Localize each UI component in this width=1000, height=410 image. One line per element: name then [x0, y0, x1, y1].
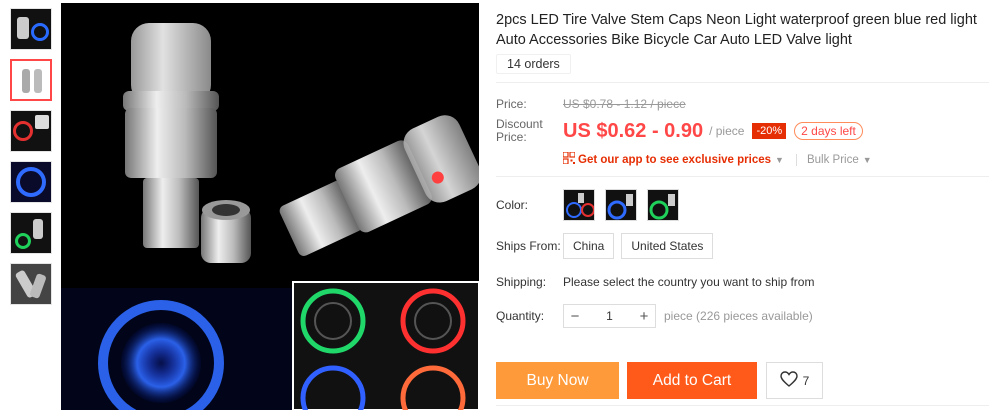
- product-title: 2pcs LED Tire Valve Stem Caps Neon Light…: [496, 12, 977, 48]
- thumbnail-3[interactable]: [10, 110, 52, 152]
- orders-row: 14 orders: [496, 54, 989, 83]
- availability-text: piece (226 pieces available): [664, 309, 813, 323]
- app-promo-link[interactable]: Get our app to see exclusive prices: [578, 154, 771, 166]
- quantity-stepper: − 1 +: [563, 304, 656, 328]
- product-page: 2pcs LED Tire Valve Stem Caps Neon Light…: [0, 0, 1000, 410]
- price-block: Price: US $0.78 - 1.12 / piece Discount …: [496, 93, 996, 177]
- discount-price-label: Discount Price:: [496, 117, 543, 144]
- orders-count[interactable]: 14 orders: [496, 54, 571, 74]
- divider: [496, 405, 989, 406]
- add-to-cart-button[interactable]: Add to Cart: [627, 362, 757, 399]
- main-product-image[interactable]: [61, 3, 479, 410]
- discount-percent-badge: -20%: [752, 123, 787, 139]
- bulk-price-link[interactable]: Bulk Price: [807, 154, 859, 166]
- ships-from-china[interactable]: China: [563, 233, 615, 259]
- shipping-label: Shipping:: [496, 275, 547, 289]
- app-promo-row: Get our app to see exclusive prices ▼ Bu…: [562, 151, 996, 167]
- heart-icon: [779, 371, 803, 390]
- ships-from-row: Ships From: China United States: [496, 233, 996, 259]
- thumbnail-1[interactable]: [10, 8, 52, 50]
- separator: [795, 153, 797, 166]
- ships-from-label: Ships From:: [496, 239, 561, 253]
- original-price-row: Price: US $0.78 - 1.12 / piece: [496, 93, 996, 115]
- color-option-3[interactable]: [647, 189, 679, 221]
- original-price: US $0.78 - 1.12 / piece: [563, 97, 686, 111]
- color-option-1[interactable]: [563, 189, 595, 221]
- per-piece-label: / piece: [709, 124, 745, 138]
- action-buttons: Buy Now Add to Cart 7: [496, 362, 996, 399]
- color-option-2[interactable]: [605, 189, 637, 221]
- thumbnail-6[interactable]: [10, 263, 52, 305]
- qr-code-icon: [562, 151, 576, 167]
- buy-now-button[interactable]: Buy Now: [496, 362, 619, 399]
- divider: [496, 176, 989, 177]
- price-label: Price:: [496, 97, 527, 111]
- quantity-plus-button[interactable]: +: [633, 308, 655, 325]
- quantity-input[interactable]: 1: [586, 309, 633, 323]
- thumbnail-list: [10, 8, 54, 314]
- quantity-minus-button[interactable]: −: [564, 308, 586, 325]
- color-row: Color:: [496, 189, 996, 221]
- shipping-row: Shipping: Please select the country you …: [496, 275, 996, 289]
- ships-from-united-states[interactable]: United States: [621, 233, 714, 259]
- caret-down-icon[interactable]: ▼: [863, 155, 872, 165]
- caret-down-icon[interactable]: ▼: [775, 155, 784, 165]
- wishlist-button[interactable]: 7: [766, 362, 823, 399]
- discount-price: US $0.62 - 0.90: [563, 119, 704, 142]
- wishlist-count: 7: [802, 373, 810, 388]
- quantity-row: Quantity: − 1 + piece (226 pieces availa…: [496, 304, 996, 328]
- thumbnail-4[interactable]: [10, 161, 52, 203]
- thumbnail-5[interactable]: [10, 212, 52, 254]
- discount-price-row: Discount Price: US $0.62 - 0.90 / piece …: [496, 118, 996, 144]
- thumbnail-2[interactable]: [10, 59, 52, 101]
- shipping-text: Please select the country you want to sh…: [563, 275, 815, 289]
- days-left-badge: 2 days left: [794, 122, 863, 140]
- product-info-panel: 2pcs LED Tire Valve Stem Caps Neon Light…: [496, 0, 996, 399]
- color-label: Color:: [496, 198, 529, 212]
- quantity-label: Quantity:: [496, 309, 545, 323]
